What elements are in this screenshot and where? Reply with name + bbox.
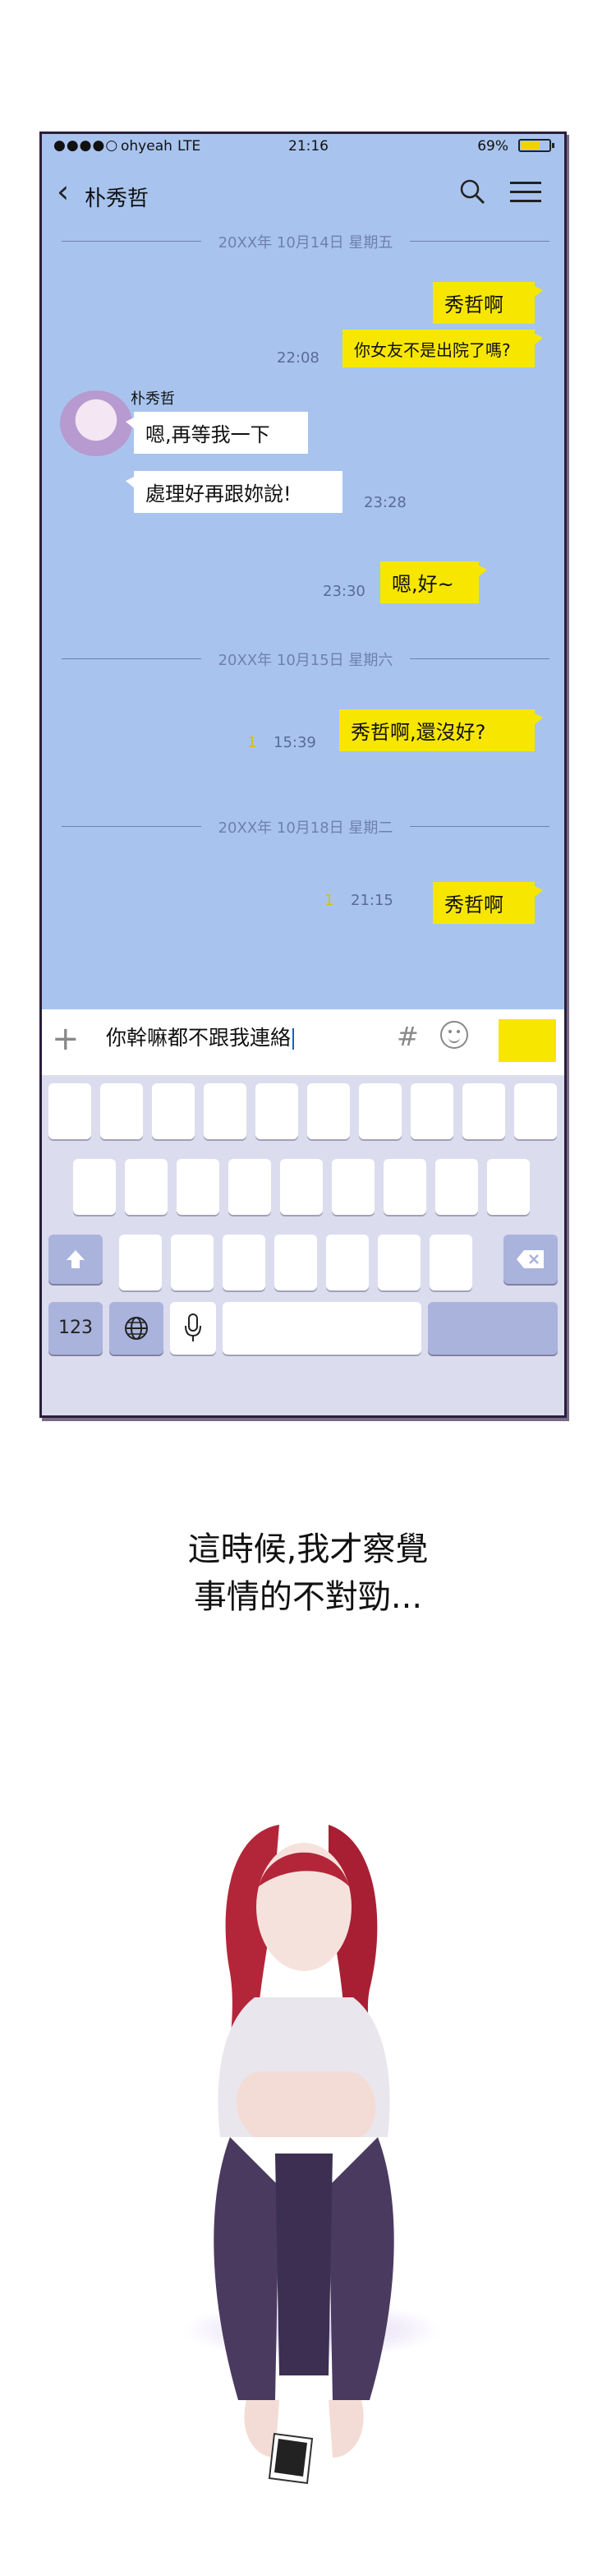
read-count: 1 xyxy=(324,892,334,909)
carrier-name: ohyeah xyxy=(121,138,172,155)
emoji-icon[interactable] xyxy=(440,1021,468,1049)
keyboard-key[interactable] xyxy=(125,1159,168,1215)
status-bar: ●●●●○ ohyeah LTE 21:16 69% xyxy=(42,134,564,157)
message-time: 15:39 xyxy=(274,734,316,751)
mic-icon[interactable] xyxy=(170,1302,216,1355)
keyboard-key[interactable] xyxy=(411,1083,453,1139)
date-separator: 20XX年 10月14日 星期五 xyxy=(62,231,549,252)
keyboard: 123 xyxy=(42,1075,564,1415)
date-separator: 20XX年 10月15日 星期六 xyxy=(62,649,549,669)
keyboard-key[interactable] xyxy=(378,1235,421,1290)
status-time: 21:16 xyxy=(288,138,329,155)
girl-illustration xyxy=(214,1825,394,2458)
keyboard-key[interactable] xyxy=(514,1083,557,1139)
message-bubble: 秀哲啊 xyxy=(433,282,543,324)
shift-icon[interactable] xyxy=(48,1235,103,1284)
keyboard-key[interactable] xyxy=(223,1235,265,1290)
message-bubble: 嗯,再等我一下 xyxy=(126,412,308,454)
keyboard-key[interactable] xyxy=(119,1235,162,1290)
chat-header: ‹ 朴秀哲 xyxy=(42,167,564,216)
network-type: LTE xyxy=(177,138,201,155)
chat-title: 朴秀哲 xyxy=(85,187,149,211)
date-separator: 20XX年 10月18日 星期二 xyxy=(62,816,549,837)
caption-line-1: 這時候,我才察覺 xyxy=(187,1530,429,1568)
plus-icon[interactable]: + xyxy=(52,1021,80,1057)
message-input[interactable]: 你幹嘛都不跟我連絡 xyxy=(98,1016,393,1060)
battery-icon xyxy=(518,139,554,152)
keyboard-key[interactable] xyxy=(100,1083,143,1139)
keyboard-key[interactable] xyxy=(326,1235,369,1290)
caption-line-2: 事情的不對勁... xyxy=(193,1578,423,1616)
delete-icon[interactable] xyxy=(503,1235,558,1284)
message-bubble: 嗯,好~ xyxy=(380,561,487,603)
avatar[interactable] xyxy=(60,390,132,456)
globe-icon[interactable] xyxy=(109,1302,163,1355)
message-bubble: 秀哲啊 xyxy=(433,882,543,924)
chevron-left-icon[interactable]: ‹ xyxy=(57,175,69,208)
keyboard-key[interactable] xyxy=(48,1083,91,1139)
numbers-key[interactable]: 123 xyxy=(48,1302,103,1355)
message-bubble: 秀哲啊,還沒好? xyxy=(339,709,543,751)
menu-icon[interactable] xyxy=(510,182,541,203)
message-bubble: 處理好再跟妳說! xyxy=(126,471,342,513)
text-caret xyxy=(292,1028,295,1050)
message-time: 21:15 xyxy=(351,892,393,909)
message-input-bar: + 你幹嘛都不跟我連絡 # xyxy=(42,1009,564,1075)
keyboard-key[interactable] xyxy=(359,1083,402,1139)
keyboard-key[interactable] xyxy=(228,1159,271,1215)
hash-icon[interactable]: # xyxy=(397,1021,419,1052)
keyboard-key[interactable] xyxy=(274,1235,317,1290)
message-time: 23:28 xyxy=(364,494,407,511)
keyboard-key[interactable] xyxy=(462,1083,505,1139)
keyboard-key[interactable] xyxy=(487,1159,530,1215)
phone-screen: ●●●●○ ohyeah LTE 21:16 69% ‹ 朴秀哲 20XX年 1… xyxy=(39,132,567,1418)
return-key[interactable] xyxy=(428,1302,558,1355)
keyboard-key[interactable] xyxy=(204,1083,246,1139)
sender-name: 朴秀哲 xyxy=(131,390,175,408)
keyboard-key[interactable] xyxy=(280,1159,323,1215)
signal-indicator: ●●●●○ xyxy=(53,137,119,154)
message-time: 23:30 xyxy=(323,583,365,600)
keyboard-key[interactable] xyxy=(332,1159,375,1215)
message-time: 22:08 xyxy=(277,349,319,367)
send-button[interactable] xyxy=(499,1019,556,1062)
keyboard-key[interactable] xyxy=(73,1159,116,1215)
battery-percent: 69% xyxy=(477,138,508,155)
keyboard-key[interactable] xyxy=(177,1159,219,1215)
keyboard-key[interactable] xyxy=(152,1083,195,1139)
keyboard-key[interactable] xyxy=(430,1235,472,1290)
keyboard-key[interactable] xyxy=(384,1159,426,1215)
message-input-text: 你幹嘛都不跟我連絡 xyxy=(106,1026,292,1050)
message-bubble: 你女友不是出院了嗎? xyxy=(342,330,543,367)
search-icon[interactable] xyxy=(459,178,485,205)
keyboard-key[interactable] xyxy=(171,1235,214,1290)
space-key[interactable] xyxy=(223,1302,421,1355)
keyboard-key[interactable] xyxy=(435,1159,478,1215)
keyboard-key[interactable] xyxy=(307,1083,350,1139)
read-count: 1 xyxy=(247,734,257,751)
phone-on-floor xyxy=(268,2432,314,2485)
keyboard-key[interactable] xyxy=(255,1083,298,1139)
